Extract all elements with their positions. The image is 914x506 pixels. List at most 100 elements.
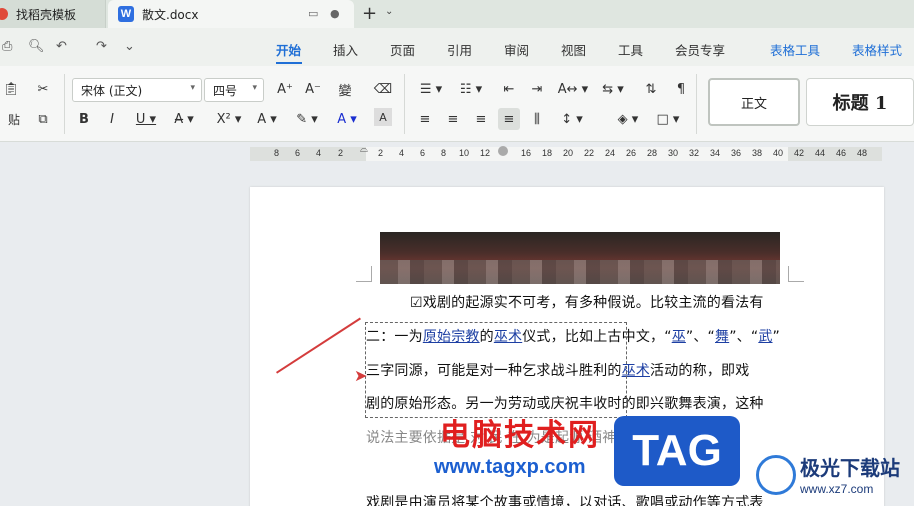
- align-right-icon[interactable]: ≡: [470, 108, 492, 130]
- menu-table-tools[interactable]: 表格工具: [770, 40, 820, 59]
- font-color-icon[interactable]: A ▾: [332, 108, 362, 130]
- undo-icon[interactable]: ↶: [56, 39, 67, 54]
- text-direction-icon[interactable]: ⇆ ▾: [598, 78, 628, 100]
- ruler-tick: 38: [752, 148, 763, 158]
- menu-reference[interactable]: 引用: [447, 40, 472, 59]
- ruler-tick: 46: [836, 148, 847, 158]
- ruler-tick: 16: [521, 148, 532, 158]
- font-shrink-icon[interactable]: A⁻: [302, 78, 324, 100]
- align-left-icon[interactable]: ≡: [414, 108, 436, 130]
- new-tab-button[interactable]: +: [362, 3, 377, 24]
- font-size-select[interactable]: 四号 ▾: [204, 78, 264, 102]
- ruler-tick: 2: [378, 148, 384, 158]
- borders-icon[interactable]: □ ▾: [652, 108, 684, 130]
- tab-template[interactable]: 找稻壳模板: [0, 0, 106, 28]
- sort-icon[interactable]: ⇅: [640, 78, 662, 100]
- menu-tools[interactable]: 工具: [618, 40, 643, 59]
- ribbon: 📋︎ 贴 ✂ ⧉ 宋体 (正文) ▾ 四号 ▾ A⁺ A⁻ 變 ⌫ B I U …: [0, 66, 914, 142]
- numbered-list-icon[interactable]: ☷ ▾: [456, 78, 486, 100]
- clear-format-icon[interactable]: ⌫: [372, 78, 394, 100]
- site-logo-icon: [756, 455, 796, 495]
- image-texture: [380, 260, 780, 284]
- redo-icon[interactable]: ↷: [96, 39, 107, 54]
- site-name: 极光下载站: [800, 456, 900, 480]
- menu-home[interactable]: 开始: [276, 40, 301, 59]
- text-run: ”: [772, 329, 780, 345]
- phonetic-guide-icon[interactable]: 變: [330, 78, 360, 100]
- italic-icon[interactable]: I: [102, 108, 122, 130]
- chevron-down-icon[interactable]: ⌄: [385, 6, 393, 17]
- decrease-indent-icon[interactable]: ⇤: [498, 78, 520, 100]
- ruler-tick: 6: [420, 148, 426, 158]
- ruler-tick: 8: [274, 148, 280, 158]
- ruler-tick: 32: [689, 148, 700, 158]
- justify-icon[interactable]: ≡: [498, 108, 520, 130]
- menu-view[interactable]: 视图: [561, 40, 586, 59]
- watermark-text: 电脑技术网: [440, 418, 600, 453]
- ruler-tick: 2: [338, 148, 344, 158]
- hyperlink[interactable]: 舞: [715, 329, 729, 345]
- strikethrough-icon[interactable]: A̶ ▾: [170, 108, 198, 130]
- tab-stop-marker[interactable]: [498, 146, 508, 156]
- char-shading-icon[interactable]: A: [374, 108, 392, 126]
- cut-icon[interactable]: ✂: [32, 78, 54, 100]
- format-painter-icon[interactable]: ⧉: [32, 108, 54, 130]
- font-grow-icon[interactable]: A⁺: [274, 78, 296, 100]
- style-normal-button[interactable]: 正文: [708, 78, 800, 126]
- ribbon-divider: [404, 74, 405, 134]
- tab-label: 散文.docx: [142, 7, 199, 22]
- highlight-icon[interactable]: ✎ ▾: [292, 108, 322, 130]
- ruler-tick: 6: [295, 148, 301, 158]
- monitor-icon[interactable]: ▭: [308, 7, 318, 20]
- ruler-tick: 34: [710, 148, 721, 158]
- print-preview-icon[interactable]: 🔍︎: [28, 39, 45, 54]
- print-icon[interactable]: ⎙: [2, 39, 12, 54]
- menu-review[interactable]: 审阅: [504, 40, 529, 59]
- menu-table-style[interactable]: 表格样式: [852, 40, 902, 59]
- tab-bar: 找稻壳模板 W 散文.docx ▭ ● + ⌄: [0, 0, 914, 28]
- indent-marker-icon[interactable]: ⌓: [360, 144, 370, 168]
- margin-corner-mark: [356, 266, 372, 282]
- increase-indent-icon[interactable]: ⇥: [526, 78, 548, 100]
- bold-icon[interactable]: B: [74, 108, 94, 130]
- hyperlink[interactable]: 巫: [672, 329, 686, 345]
- header-image[interactable]: [380, 232, 780, 284]
- char-spacing-icon[interactable]: A↔ ▾: [556, 78, 590, 100]
- ruler-tick: 12: [480, 148, 491, 158]
- ruler-tick: 24: [605, 148, 616, 158]
- text-run: ”、“: [685, 329, 715, 345]
- font-name-select[interactable]: 宋体 (正文) ▾: [72, 78, 202, 102]
- bullet-list-icon[interactable]: ☰ ▾: [416, 78, 446, 100]
- paste-icon[interactable]: 📋︎: [0, 78, 22, 100]
- line-spacing-icon[interactable]: ↕ ▾: [556, 108, 588, 130]
- ruler-tick: 44: [815, 148, 826, 158]
- text-run: 活动的称，即戏: [650, 363, 750, 379]
- doc-paragraph-line[interactable]: 戏剧是由演员将某个故事或情境，以对话、歌唱或动作等方式表: [366, 492, 764, 506]
- tab-document[interactable]: W 散文.docx ▭ ●: [108, 0, 354, 28]
- align-center-icon[interactable]: ≡: [442, 108, 464, 130]
- menu-member[interactable]: 会员专享: [675, 40, 725, 59]
- chevron-down-icon[interactable]: ⌄: [124, 39, 135, 54]
- unsaved-dot-icon[interactable]: ●: [330, 7, 340, 20]
- shading-icon[interactable]: ◈ ▾: [612, 108, 644, 130]
- superscript-icon[interactable]: X² ▾: [214, 108, 244, 130]
- ruler-tick: 10: [459, 148, 470, 158]
- paste-label[interactable]: 贴: [0, 108, 28, 130]
- underline-icon[interactable]: U ▾: [132, 108, 160, 130]
- doc-paragraph-line[interactable]: ☑戏剧的起源实不可考，有多种假说。比较主流的看法有: [410, 292, 764, 312]
- text-effect-icon[interactable]: A ▾: [252, 108, 282, 130]
- chevron-down-icon: ▾: [252, 83, 257, 93]
- text-run: ”、“: [729, 329, 759, 345]
- ruler-tick: 18: [542, 148, 553, 158]
- ruler-tick: 42: [794, 148, 805, 158]
- show-marks-icon[interactable]: ¶: [670, 78, 692, 100]
- style-heading1-button[interactable]: 标题 1: [806, 78, 914, 126]
- ruler-tick: 20: [563, 148, 574, 158]
- menu-insert[interactable]: 插入: [333, 40, 358, 59]
- hyperlink[interactable]: 武: [758, 329, 772, 345]
- menu-page[interactable]: 页面: [390, 40, 415, 59]
- margin-corner-mark: [788, 266, 804, 282]
- word-doc-icon: W: [118, 6, 134, 22]
- distributed-icon[interactable]: ⫼: [526, 108, 548, 130]
- text-box-frame[interactable]: [365, 322, 627, 418]
